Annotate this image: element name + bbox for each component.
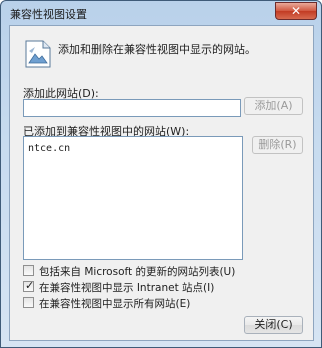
title-bar[interactable]: 兼容性视图设置 ✕ bbox=[1, 1, 321, 25]
list-item[interactable]: ntce.cn bbox=[28, 143, 70, 154]
intranet-sites-label: 在兼容性视图中显示 Intranet 站点(I) bbox=[39, 282, 215, 294]
all-sites-label: 在兼容性视图中显示所有网站(E) bbox=[39, 298, 191, 310]
intro-text: 添加和删除在兼容性视图中显示的网站。 bbox=[58, 43, 256, 56]
site-list[interactable]: ntce.cn bbox=[23, 136, 243, 260]
add-button[interactable]: 添加(A) bbox=[244, 97, 303, 115]
microsoft-list-label: 包括来自 Microsoft 的更新的网站列表(U) bbox=[39, 266, 236, 278]
intranet-sites-checkbox[interactable]: ✓ bbox=[23, 279, 35, 292]
compatibility-view-settings-dialog: 兼容性视图设置 ✕ 添加和删除在兼容性视图中显示的网站。 添加此网站(D): 添… bbox=[0, 0, 322, 348]
dialog-body: 添加和删除在兼容性视图中显示的网站。 添加此网站(D): 添加(A) 已添加到兼… bbox=[9, 25, 314, 341]
add-site-input[interactable] bbox=[23, 99, 241, 117]
microsoft-list-checkbox[interactable] bbox=[23, 265, 34, 276]
compatibility-view-icon bbox=[25, 40, 51, 68]
remove-button[interactable]: 删除(R) bbox=[252, 136, 303, 154]
all-sites-checkbox[interactable] bbox=[23, 297, 34, 308]
window-close-button[interactable]: ✕ bbox=[275, 2, 317, 20]
close-button[interactable]: 关闭(C) bbox=[244, 316, 303, 334]
window-title: 兼容性视图设置 bbox=[10, 8, 87, 21]
checkmark-icon: ✓ bbox=[25, 279, 35, 292]
